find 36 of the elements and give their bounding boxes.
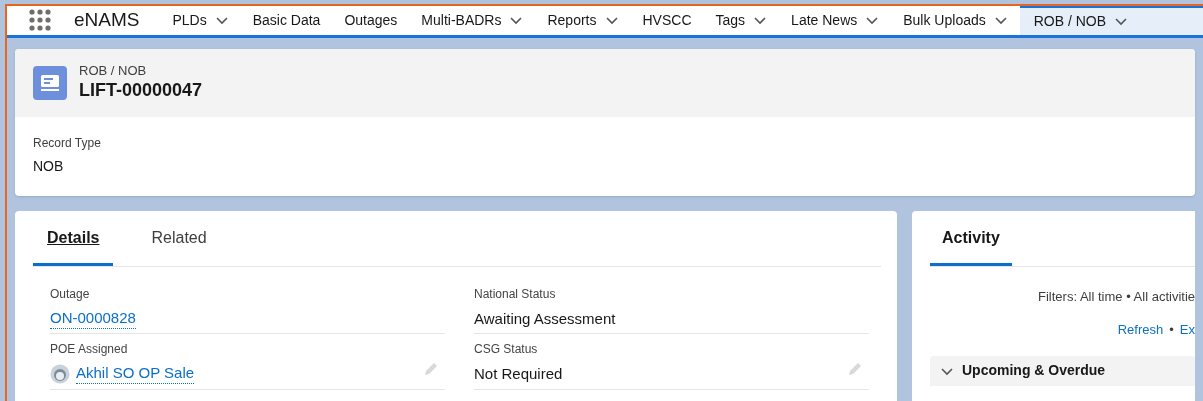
nav-tab[interactable]: ROB / NOB — [1019, 6, 1203, 35]
app-name: eNAMS — [74, 8, 140, 32]
pencil-icon[interactable] — [847, 360, 863, 377]
detail-tab[interactable]: Related — [137, 225, 221, 266]
nav-tab[interactable]: Bulk Uploads — [891, 6, 1020, 35]
record-icon — [33, 65, 67, 100]
object-label: ROB / NOB — [79, 63, 148, 80]
field-label: National Status — [474, 285, 556, 303]
outage-link[interactable]: ON-0000828 — [50, 307, 136, 329]
field-label: CSG Status — [474, 341, 538, 358]
nav-tab[interactable]: Basic Data — [240, 6, 333, 35]
record-title: LIFT-00000047 — [79, 79, 203, 102]
nav-tab[interactable]: Multi-BADRs — [409, 6, 536, 35]
nav-tab[interactable]: Outages — [332, 6, 410, 35]
field-label: POE Assigned — [50, 341, 128, 358]
activity-tab[interactable]: Activity — [930, 225, 1012, 266]
expand-link[interactable]: Ex — [1179, 320, 1195, 340]
app-launcher-icon[interactable] — [28, 8, 52, 33]
filters-text: Filters: All time • All activitie — [1038, 287, 1195, 306]
field-value: Not Required — [474, 364, 563, 384]
avatar-icon — [50, 363, 70, 384]
pencil-icon[interactable] — [423, 360, 439, 377]
user-link[interactable]: Akhil SO OP Sale — [76, 363, 195, 384]
refresh-link[interactable]: Refresh — [1117, 320, 1164, 340]
nav-tab[interactable]: Tags — [703, 6, 780, 35]
nav-tab[interactable]: Late News — [779, 6, 892, 35]
nav-tab[interactable]: HVSCC — [630, 6, 704, 35]
field-label: Record Type — [33, 134, 102, 152]
detail-tab[interactable]: Details — [33, 225, 114, 266]
upcoming-section-header[interactable]: Upcoming & Overdue — [930, 355, 1195, 386]
field-label: Outage — [50, 285, 90, 303]
field-value: NOB — [33, 156, 65, 176]
field-value: Awaiting Assessment — [474, 308, 616, 329]
nav-tab[interactable]: PLDs — [160, 6, 241, 35]
separator-dot: • — [1169, 321, 1174, 339]
nav-tab[interactable]: Reports — [535, 6, 631, 35]
